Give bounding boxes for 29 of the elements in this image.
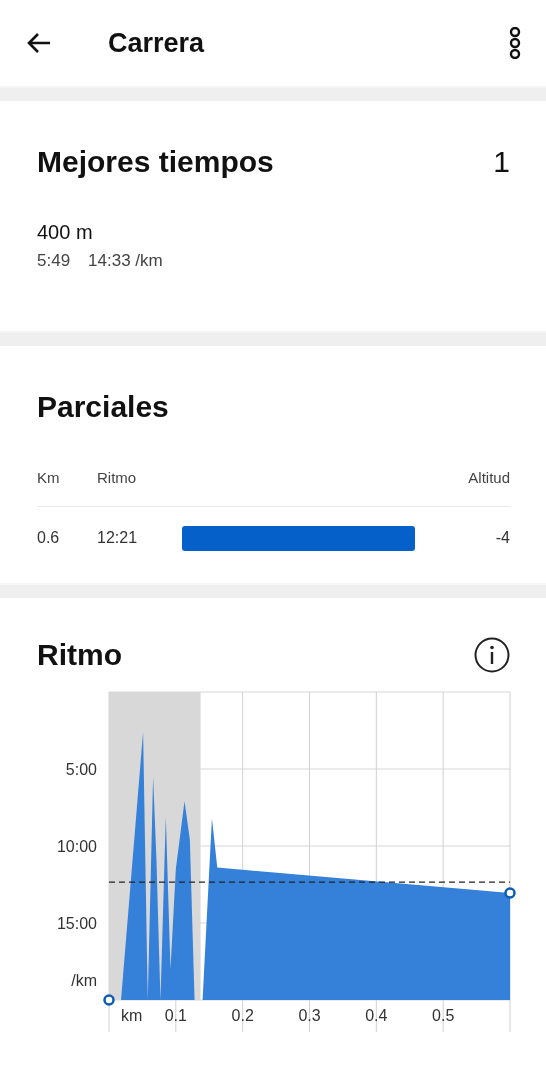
x-axis-label: 0.1 (164, 1007, 187, 1024)
x-axis-label: 0.5 (432, 1007, 455, 1024)
table-cell-text: 12:21 (97, 529, 139, 547)
section-title: Mejores tiempos (37, 145, 274, 179)
time-label: 5:49 (37, 251, 71, 271)
pace-label: 14:33 /km (88, 251, 163, 271)
end-point-marker (504, 887, 516, 899)
column-header: Ritmo (97, 468, 138, 486)
more-options-icon[interactable] (508, 27, 522, 59)
y-axis-label: 15:00 (56, 915, 97, 932)
info-icon[interactable] (473, 636, 511, 674)
back-button[interactable] (26, 32, 52, 54)
y-axis-unit: /km (71, 972, 97, 989)
y-axis-label: 10:00 (56, 838, 97, 855)
section-title: Parciales (37, 390, 170, 424)
column-header: Altitud (467, 468, 510, 486)
screen-title: Carrera (108, 27, 205, 59)
column-header: Km (37, 468, 61, 486)
x-axis-label: 0.4 (365, 1007, 388, 1024)
distance-label: 400 m (37, 221, 94, 244)
section-title: Ritmo (37, 638, 122, 672)
x-axis-label: 0.3 (298, 1007, 321, 1024)
count-label: 1 (493, 145, 510, 179)
table-cell-text: -4 (494, 529, 510, 547)
end-point-marker (103, 994, 115, 1006)
y-axis-label: 5:00 (65, 761, 97, 778)
x-axis-label: 0.2 (231, 1007, 254, 1024)
table-cell-text: 0.6 (37, 529, 61, 547)
x-axis-unit: km (121, 1007, 143, 1024)
